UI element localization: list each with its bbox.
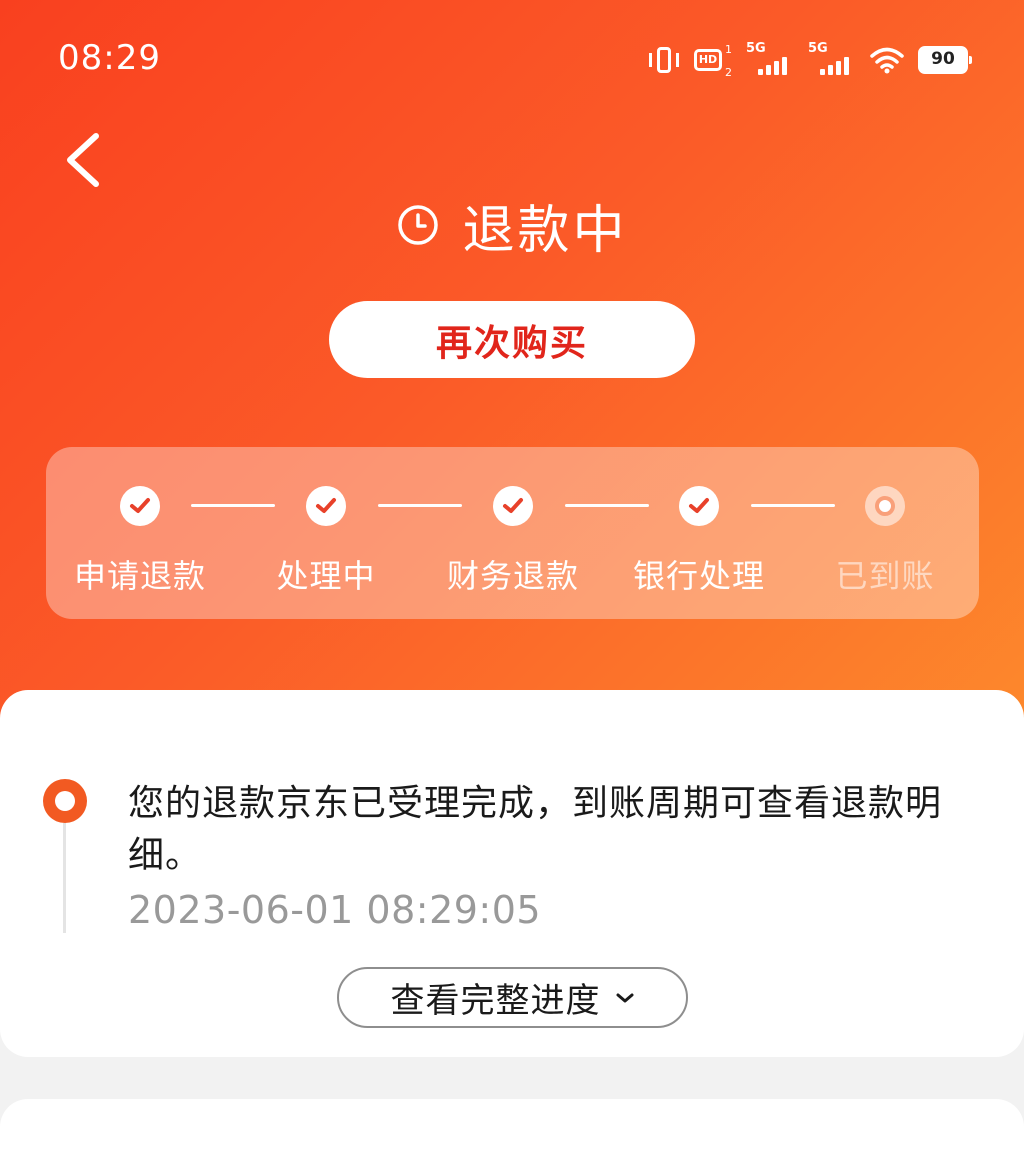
hd-voice-icon: HD 1 2	[694, 43, 732, 79]
refund-timestamp: 2023-06-01 08:29:05	[128, 888, 542, 932]
check-icon	[679, 486, 719, 526]
view-full-progress-label: 查看完整进度	[390, 981, 601, 1021]
progress-step-processing: 处理中	[246, 447, 406, 619]
progress-step-label: 已到账	[835, 557, 935, 595]
refund-status-header: 退款中	[0, 190, 1024, 261]
progress-step-label: 申请退款	[73, 557, 206, 595]
pending-dot-icon	[865, 486, 905, 526]
progress-step-label: 财务退款	[446, 557, 579, 595]
refund-message: 您的退款京东已受理完成，到账周期可查看退款明细。	[128, 783, 943, 876]
signal-icon-sim1: 5G	[746, 41, 794, 77]
progress-step-label: 银行处理	[632, 557, 765, 595]
timeline-line	[63, 823, 66, 933]
sim2-network-label: 5G	[808, 41, 828, 56]
refund-progress-card: 申请退款 处理中 财务退款 银行处理 已到账	[46, 447, 979, 619]
status-bar: 08:29 HD 1 2 5G 5G 90	[0, 0, 1024, 120]
signal-icon-sim2: 5G	[808, 41, 856, 77]
progress-step-apply: 申请退款	[60, 447, 220, 619]
sim1-network-label: 5G	[746, 41, 766, 56]
clock-icon	[398, 205, 439, 245]
status-time: 08:29	[58, 38, 161, 78]
progress-step-arrived: 已到账	[805, 447, 965, 619]
progress-step-finance: 财务退款	[433, 447, 593, 619]
vibrate-icon	[648, 45, 680, 75]
hd-label: HD	[694, 49, 722, 71]
progress-step-label: 处理中	[276, 557, 376, 595]
wifi-icon	[870, 47, 904, 74]
status-icons: HD 1 2 5G 5G 90	[648, 41, 972, 79]
hd-sub: 2	[725, 66, 732, 79]
check-icon	[306, 486, 346, 526]
view-full-progress-button[interactable]: 查看完整进度	[337, 967, 688, 1028]
next-card	[0, 1099, 1024, 1159]
hd-sup: 1	[725, 43, 732, 56]
refund-status-title: 退款中	[462, 200, 628, 261]
chevron-down-icon	[616, 993, 633, 1002]
check-icon	[493, 486, 533, 526]
check-icon	[120, 486, 160, 526]
battery-icon: 90	[918, 46, 972, 74]
back-arrow-icon[interactable]	[62, 130, 102, 190]
progress-step-bank: 银行处理	[619, 447, 779, 619]
timeline-dot-icon	[43, 779, 87, 823]
rebuy-button[interactable]: 再次购买	[329, 301, 695, 378]
